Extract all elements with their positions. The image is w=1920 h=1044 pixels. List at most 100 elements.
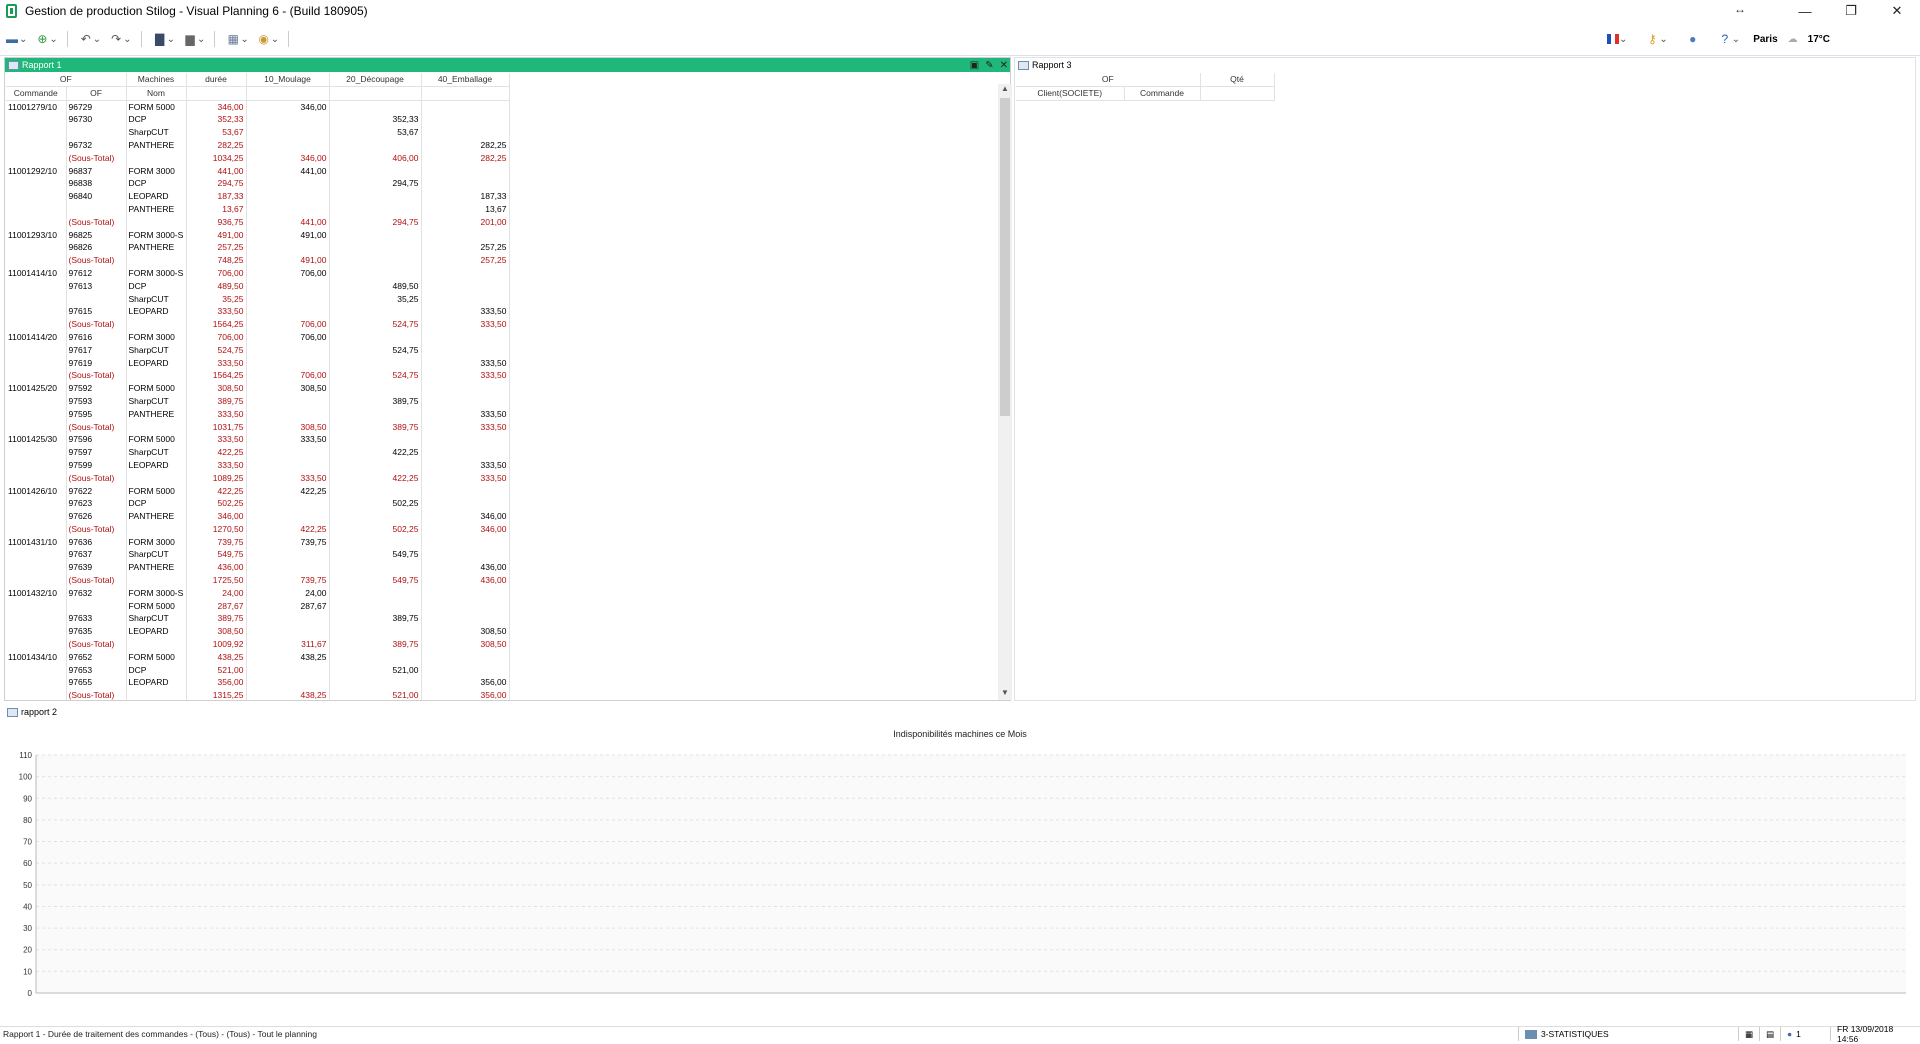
table-cell[interactable]: SharpCUT bbox=[126, 292, 187, 306]
table-cell[interactable] bbox=[329, 330, 422, 344]
col-header-machines[interactable]: Machines bbox=[126, 73, 187, 87]
table-cell[interactable]: 748,25 bbox=[186, 254, 247, 267]
table-cell[interactable]: 489,50 bbox=[186, 279, 247, 293]
table-cell[interactable]: 97615 bbox=[66, 305, 127, 319]
table-cell[interactable]: 97617 bbox=[66, 343, 127, 357]
table-cell[interactable] bbox=[421, 292, 510, 306]
table-cell[interactable] bbox=[246, 446, 330, 459]
table-cell[interactable]: 308,50 bbox=[421, 638, 510, 651]
table-cell[interactable] bbox=[329, 266, 422, 280]
table-cell[interactable]: PANTHERE bbox=[126, 138, 187, 152]
table-cell[interactable]: 11001425/20 bbox=[6, 382, 67, 395]
table-cell[interactable]: 706,00 bbox=[246, 266, 330, 280]
table-cell[interactable]: 13,67 bbox=[186, 202, 247, 216]
table-cell[interactable]: 97653 bbox=[66, 663, 127, 677]
table-cell[interactable]: PANTHERE bbox=[126, 202, 187, 216]
table-cell[interactable] bbox=[329, 433, 422, 447]
minimize-button[interactable]: — bbox=[1782, 0, 1828, 22]
table-cell[interactable]: DCP bbox=[126, 663, 187, 677]
table-cell[interactable]: 706,00 bbox=[246, 318, 330, 331]
table-cell[interactable] bbox=[6, 202, 67, 216]
table-cell[interactable] bbox=[421, 663, 510, 677]
col-header-emballage[interactable]: 40_Emballage bbox=[421, 73, 510, 87]
table-cell[interactable] bbox=[6, 151, 67, 165]
table-cell[interactable]: 333,50 bbox=[246, 471, 330, 485]
table-cell[interactable]: DCP bbox=[126, 497, 187, 511]
table-cell[interactable]: 97597 bbox=[66, 446, 127, 459]
table-cell[interactable]: 308,50 bbox=[186, 625, 247, 639]
table-cell[interactable]: 389,75 bbox=[186, 612, 247, 626]
table-cell[interactable] bbox=[246, 510, 330, 523]
table-cell[interactable]: 333,50 bbox=[421, 305, 510, 319]
table-cell[interactable]: SharpCUT bbox=[126, 126, 187, 139]
table-cell[interactable]: FORM 5000 bbox=[126, 433, 187, 447]
table-cell[interactable] bbox=[246, 676, 330, 690]
table-cell[interactable] bbox=[329, 254, 422, 267]
table-cell[interactable]: (Sous-Total) bbox=[66, 318, 127, 331]
table-cell[interactable]: 96840 bbox=[66, 190, 127, 203]
table-cell[interactable] bbox=[246, 241, 330, 255]
table-cell[interactable] bbox=[329, 458, 422, 472]
table-cell[interactable]: 739,75 bbox=[246, 574, 330, 587]
table-cell[interactable] bbox=[421, 599, 510, 613]
table-cell[interactable]: 97633 bbox=[66, 612, 127, 626]
table-cell[interactable]: 24,00 bbox=[186, 586, 247, 600]
table-row[interactable]: (Sous-Total) 1315,25 438,25 521,00 356,00 bbox=[6, 689, 510, 700]
table-row[interactable]: 11001414/20 97616 FORM 3000 706,00 706,00 bbox=[6, 330, 510, 344]
table-cell[interactable] bbox=[6, 279, 67, 293]
table-cell[interactable] bbox=[126, 151, 187, 165]
table-row[interactable]: (Sous-Total) 1009,92 311,67 389,75 308,50 bbox=[6, 638, 510, 651]
table-cell[interactable] bbox=[126, 369, 187, 383]
table-cell[interactable] bbox=[6, 254, 67, 267]
table-cell[interactable]: 257,25 bbox=[421, 241, 510, 255]
table-cell[interactable] bbox=[329, 228, 422, 242]
key-button[interactable]: ⚷ ⌄ bbox=[1642, 29, 1670, 49]
table-cell[interactable] bbox=[6, 510, 67, 523]
table-cell[interactable]: 97619 bbox=[66, 356, 127, 370]
col-header-decoupage[interactable]: 20_Découpage bbox=[329, 73, 422, 87]
table-cell[interactable]: 53,67 bbox=[186, 126, 247, 139]
table-cell[interactable]: SharpCUT bbox=[126, 394, 187, 408]
table-row[interactable]: 96730 DCP 352,33 352,33 bbox=[6, 113, 510, 127]
table-cell[interactable] bbox=[421, 100, 510, 114]
table-cell[interactable] bbox=[126, 318, 187, 331]
table-cell[interactable]: 524,75 bbox=[329, 318, 422, 331]
table-cell[interactable]: 1034,25 bbox=[186, 151, 247, 165]
col-header-moulage[interactable]: 10_Moulage bbox=[246, 73, 330, 87]
table-cell[interactable]: 389,75 bbox=[329, 394, 422, 408]
table-cell[interactable] bbox=[421, 612, 510, 626]
table-row[interactable]: (Sous-Total) 1725,50 739,75 549,75 436,00 bbox=[6, 574, 510, 587]
table-cell[interactable]: 389,75 bbox=[329, 612, 422, 626]
table-cell[interactable]: 441,00 bbox=[246, 164, 330, 178]
table-cell[interactable]: 356,00 bbox=[186, 676, 247, 690]
table-cell[interactable]: 11001432/10 bbox=[6, 586, 67, 600]
table-cell[interactable] bbox=[66, 202, 127, 216]
table-cell[interactable] bbox=[329, 407, 422, 421]
table-row[interactable]: (Sous-Total) 1564,25 706,00 524,75 333,50 bbox=[6, 369, 510, 383]
table-row[interactable]: 96826 PANTHERE 257,25 257,25 bbox=[6, 241, 510, 255]
table-cell[interactable] bbox=[6, 394, 67, 408]
table-cell[interactable]: FORM 3000 bbox=[126, 164, 187, 178]
table-cell[interactable]: 333,50 bbox=[421, 420, 510, 434]
table-cell[interactable]: 502,25 bbox=[329, 522, 422, 536]
table-cell[interactable]: (Sous-Total) bbox=[66, 689, 127, 700]
table-cell[interactable] bbox=[246, 663, 330, 677]
col-header-duree[interactable]: durée bbox=[186, 73, 247, 87]
table-cell[interactable]: 97596 bbox=[66, 433, 127, 447]
table-cell[interactable]: 524,75 bbox=[186, 343, 247, 357]
table-cell[interactable]: PANTHERE bbox=[126, 407, 187, 421]
resize-arrow-icon[interactable]: ↔ bbox=[1734, 2, 1746, 16]
table-cell[interactable] bbox=[6, 663, 67, 677]
table-cell[interactable] bbox=[246, 177, 330, 191]
table-cell[interactable]: 441,00 bbox=[246, 215, 330, 229]
table-cell[interactable]: 97632 bbox=[66, 586, 127, 600]
table-cell[interactable]: 333,50 bbox=[421, 471, 510, 485]
table-cell[interactable]: 438,25 bbox=[246, 689, 330, 700]
table-cell[interactable]: 346,00 bbox=[186, 100, 247, 114]
table-row[interactable]: 96732 PANTHERE 282,25 282,25 bbox=[6, 138, 510, 152]
table-cell[interactable]: 389,75 bbox=[329, 638, 422, 651]
pin-icon[interactable]: ✎ bbox=[985, 60, 993, 71]
table-cell[interactable]: 346,00 bbox=[246, 151, 330, 165]
table-cell[interactable]: 1315,25 bbox=[186, 689, 247, 700]
table-row[interactable]: 11001431/10 97636 FORM 3000 739,75 739,75 bbox=[6, 535, 510, 549]
